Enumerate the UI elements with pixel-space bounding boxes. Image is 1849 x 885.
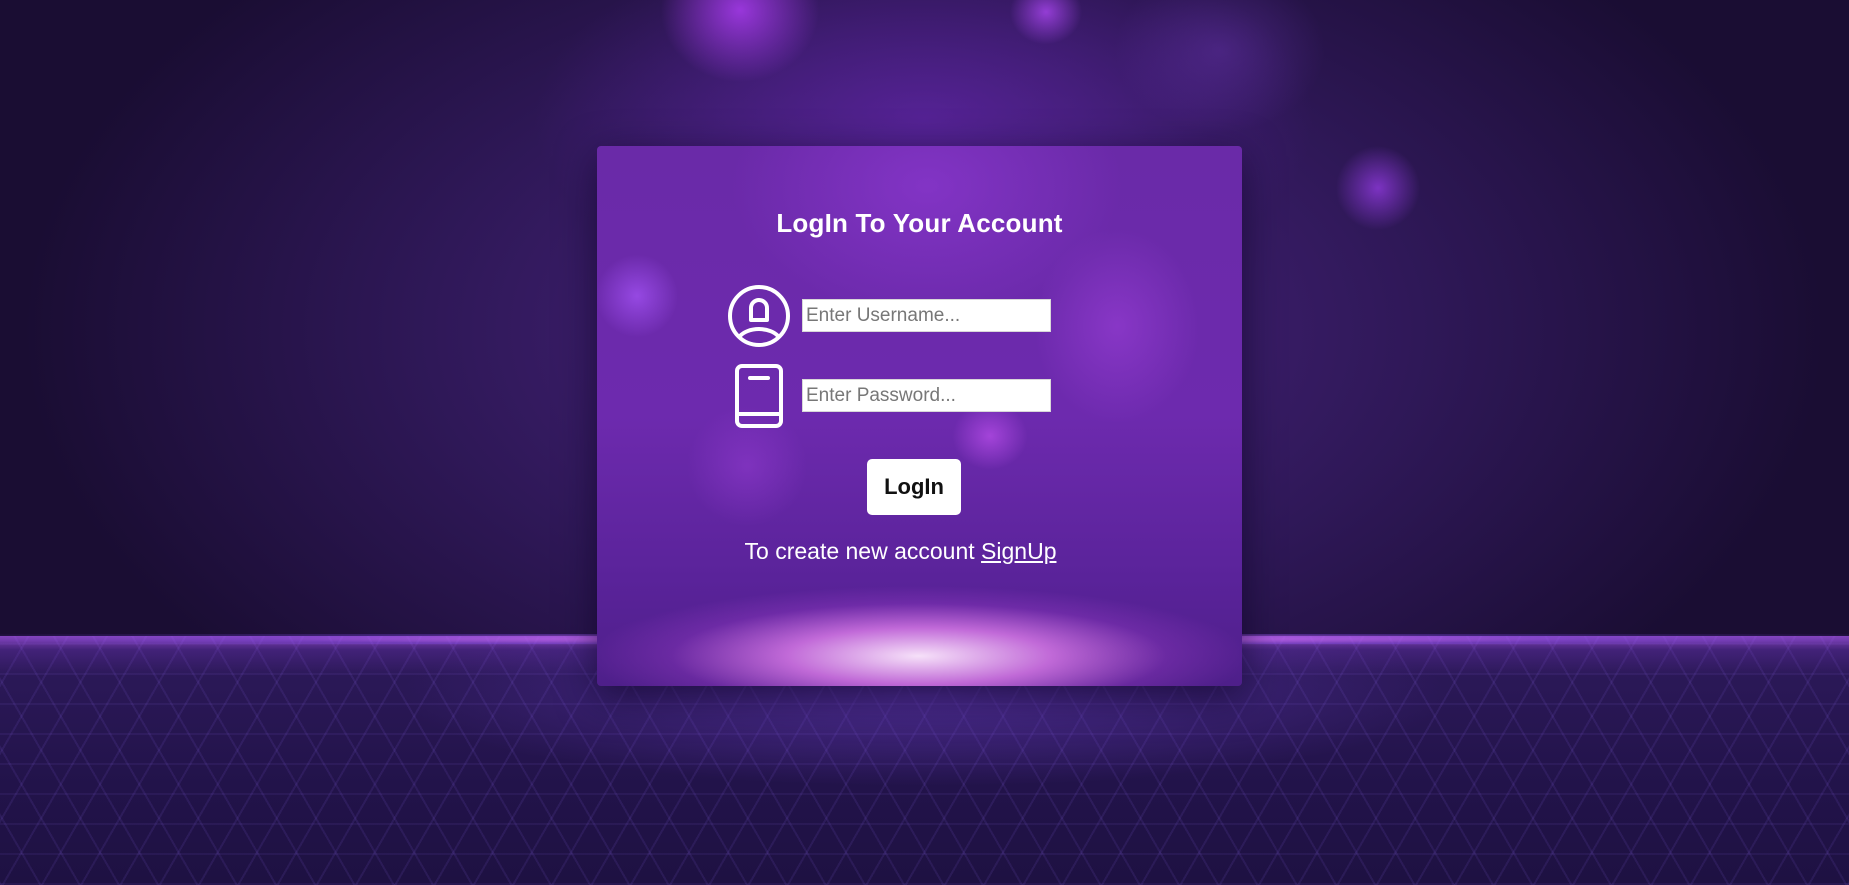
signup-prompt-line: To create new account SignUp xyxy=(597,538,1242,565)
login-card: LogIn To Your Account LogIn To create ne… xyxy=(597,146,1242,686)
password-row xyxy=(727,364,1057,428)
signup-link[interactable]: SignUp xyxy=(981,538,1056,564)
book-icon xyxy=(727,364,791,428)
card-title: LogIn To Your Account xyxy=(776,208,1063,238)
password-input[interactable] xyxy=(802,379,1051,412)
user-circle-icon xyxy=(727,284,791,348)
username-row xyxy=(727,284,1057,348)
login-button[interactable]: LogIn xyxy=(867,459,961,515)
username-input[interactable] xyxy=(802,299,1051,332)
signup-prompt-text: To create new account xyxy=(744,538,975,564)
